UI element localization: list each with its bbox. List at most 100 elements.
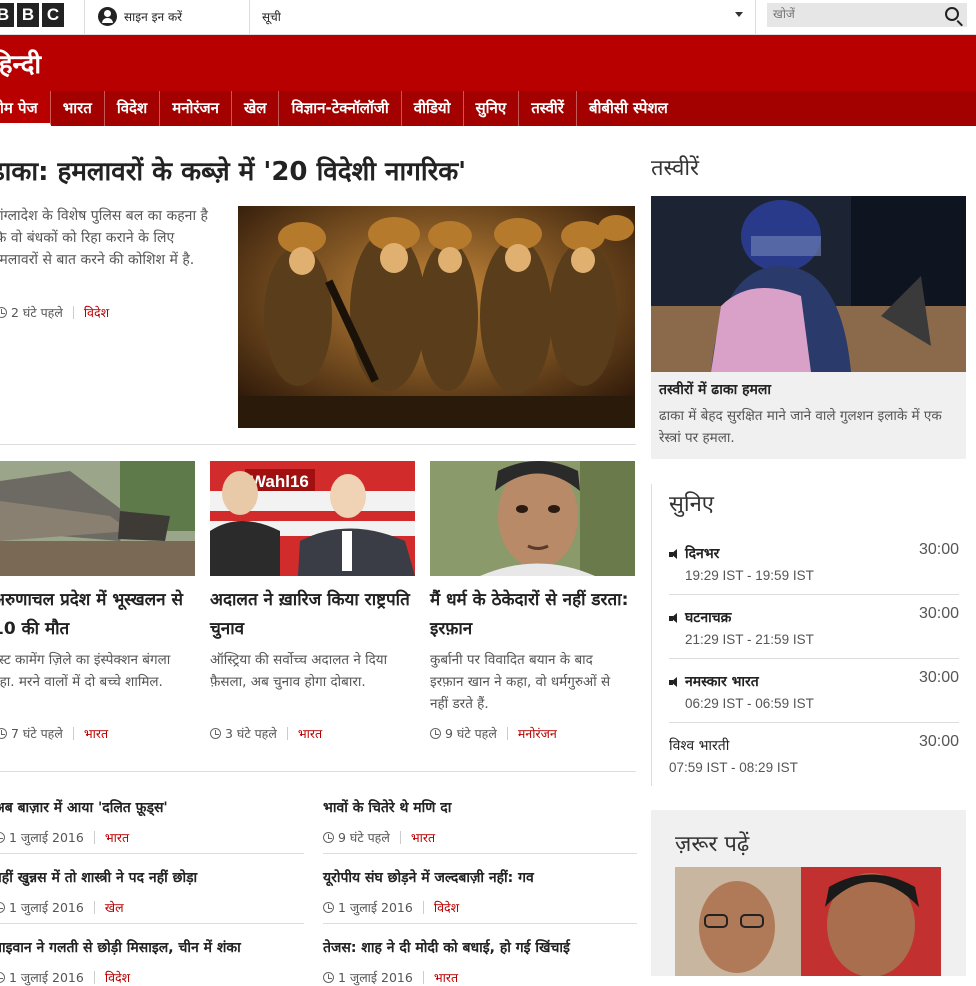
lead-meta: 2 घंटे पहले विदेश: [0, 304, 109, 321]
list-title[interactable]: तेजस: शाह ने दी मोदी को बधाई, हो गई खिंच…: [323, 938, 633, 957]
lead-image[interactable]: [238, 206, 635, 428]
clock-icon: [0, 972, 5, 983]
logo-letter: C: [42, 3, 64, 27]
clock-icon: [0, 728, 7, 739]
category-tag[interactable]: विदेश: [84, 304, 109, 321]
clock-icon: [0, 307, 7, 318]
story-image[interactable]: [0, 461, 195, 576]
timestamp: 3 घंटे पहले: [225, 726, 277, 741]
timestamp: 2 घंटे पहले: [11, 305, 63, 320]
story-summary: ईस्ट कामेंग ज़िले का इंस्पेक्शन बंगला ढह…: [0, 652, 171, 690]
signin-button[interactable]: साइन इन करें: [98, 7, 182, 26]
nav-item-world[interactable]: विदेश: [105, 91, 161, 126]
list-title[interactable]: ताइवान ने गलती से छोड़ी मिसाइल, चीन में …: [0, 938, 304, 957]
list-meta: 1 जुलाई 2016 भारत: [323, 969, 633, 986]
category-tag[interactable]: विदेश: [105, 969, 130, 986]
list-meta: 1 जुलाई 2016 खेल: [0, 899, 304, 916]
photo-image[interactable]: [651, 196, 966, 372]
listen-item[interactable]: विश्व भारती 07:59 IST - 08:29 IST 30:00: [669, 733, 959, 800]
category-tag[interactable]: भारत: [84, 725, 108, 742]
main-nav: होम पेज भारत विदेश मनोरंजन खेल विज्ञान-ट…: [0, 91, 976, 126]
list-item[interactable]: तेजस: शाह ने दी मोदी को बधाई, हो गई खिंच…: [323, 938, 633, 986]
speaker-icon: [669, 548, 679, 559]
divider: [755, 0, 756, 35]
nav-item-entertainment[interactable]: मनोरंजन: [160, 91, 232, 126]
photo-feature[interactable]: तस्वीरों में ढाका हमला ढाका में बेहद सुर…: [651, 196, 966, 459]
category-tag[interactable]: भारत: [105, 829, 129, 846]
divider: [72, 727, 74, 740]
category-tag[interactable]: खेल: [105, 899, 124, 916]
listen-heading[interactable]: सुनिए: [669, 488, 714, 518]
nav-item-science-tech[interactable]: विज्ञान-टेक्नॉलॉजी: [279, 91, 402, 126]
listen-item[interactable]: दिनभर 19:29 IST - 19:59 IST 30:00: [669, 541, 959, 608]
nav-item-india[interactable]: भारत: [51, 91, 105, 126]
lead-headline[interactable]: ढाका: हमलावरों के कब्ज़े में '20 विदेशी …: [0, 152, 466, 188]
divider: [286, 727, 288, 740]
list-item[interactable]: यूरोपीय संघ छोड़ने में जल्दबाज़ी नहीं: ग…: [323, 868, 633, 916]
list-meta: 1 जुलाई 2016 भारत: [0, 829, 304, 846]
nav-item-home[interactable]: होम पेज: [0, 91, 51, 126]
divider: [93, 831, 95, 844]
program-name: नमस्कार भारत: [685, 674, 759, 690]
timestamp: 1 जुलाई 2016: [9, 830, 84, 845]
must-read-panel: ज़रूर पढ़ें: [651, 810, 966, 976]
list-title[interactable]: यूरोपीय संघ छोड़ने में जल्दबाज़ी नहीं: ग…: [323, 868, 633, 887]
menu-dropdown[interactable]: सूची: [262, 8, 281, 25]
photos-heading[interactable]: तस्वीरें: [651, 152, 699, 182]
nav-item-photos[interactable]: तस्वीरें: [519, 91, 577, 126]
nav-item-bbc-special[interactable]: बीबीसी स्पेशल: [577, 91, 680, 126]
must-read-heading[interactable]: ज़रूर पढ़ें: [675, 828, 749, 858]
story-summary: ऑस्ट्रिया की सर्वोच्च अदालत ने दिया फ़ैस…: [210, 652, 388, 690]
divider: [323, 853, 637, 854]
clock-icon: [430, 728, 441, 739]
program-name: घटनाचक्र: [685, 610, 732, 626]
duration: 30:00: [918, 605, 959, 622]
listen-item-name[interactable]: घटनाचक्र: [669, 608, 731, 627]
timestamp: 1 जुलाई 2016: [9, 970, 84, 985]
list-title[interactable]: भावों के चितेरे थे मणि दा: [323, 798, 633, 817]
category-tag[interactable]: विदेश: [434, 899, 459, 916]
brand-title[interactable]: हिन्दी: [0, 45, 41, 81]
list-item[interactable]: भावों के चितेरे थे मणि दा 9 घंटे पहले भा…: [323, 798, 633, 846]
photo-title[interactable]: तस्वीरों में ढाका हमला: [659, 380, 771, 399]
listen-item-name[interactable]: नमस्कार भारत: [669, 672, 759, 691]
list-item[interactable]: अब बाज़ार में आया 'दलित फ़ूड्स' 1 जुलाई …: [0, 798, 304, 846]
listen-item[interactable]: घटनाचक्र 21:29 IST - 21:59 IST 30:00: [669, 605, 959, 672]
list-item[interactable]: ताइवान ने गलती से छोड़ी मिसाइल, चीन में …: [0, 938, 304, 986]
divider: [72, 306, 74, 319]
category-tag[interactable]: भारत: [434, 969, 458, 986]
image-sign-text: Wahl16: [250, 472, 309, 491]
search-input[interactable]: [767, 4, 927, 24]
program-name: दिनभर: [685, 546, 720, 562]
timestamp: 7 घंटे पहले: [11, 726, 63, 741]
nav-item-listen[interactable]: सुनिए: [464, 91, 520, 126]
list-title[interactable]: नहीं खुन्नस में तो शास्त्री ने पद नहीं छ…: [0, 868, 304, 887]
list-item[interactable]: नहीं खुन्नस में तो शास्त्री ने पद नहीं छ…: [0, 868, 304, 916]
user-icon: [98, 7, 117, 26]
story-image[interactable]: [430, 461, 635, 576]
nav-item-sports[interactable]: खेल: [232, 91, 280, 126]
chevron-down-icon[interactable]: [735, 12, 743, 17]
story-title[interactable]: अदालत ने ख़ारिज किया राष्ट्रपति चुनाव: [210, 586, 420, 644]
bbc-logo[interactable]: B B C: [0, 3, 64, 27]
category-tag[interactable]: मनोरंजन: [518, 725, 557, 742]
search-icon[interactable]: [945, 7, 959, 21]
listen-item[interactable]: नमस्कार भारत 06:29 IST - 06:59 IST 30:00: [669, 669, 959, 736]
nav-item-video[interactable]: वीडियो: [402, 91, 464, 126]
story-title[interactable]: अरुणाचल प्रदेश में भूस्खलन से 10 की मौत: [0, 586, 202, 644]
timestamp: 1 जुलाई 2016: [9, 900, 84, 915]
divider: [323, 923, 637, 924]
story-title[interactable]: मैं धर्म के ठेकेदारों से नहीं डरता: इरफ़…: [430, 586, 640, 644]
clock-icon: [0, 832, 5, 843]
category-tag[interactable]: भारत: [411, 829, 435, 846]
list-meta: 9 घंटे पहले भारत: [323, 829, 633, 846]
listen-item-name[interactable]: दिनभर: [669, 544, 719, 563]
must-read-image[interactable]: [675, 867, 941, 976]
list-title[interactable]: अब बाज़ार में आया 'दलित फ़ूड्स': [0, 798, 304, 817]
program-name[interactable]: विश्व भारती: [669, 736, 729, 755]
clock-icon: [210, 728, 221, 739]
category-tag[interactable]: भारत: [298, 725, 322, 742]
story-image[interactable]: Wahl16: [210, 461, 415, 576]
listen-panel: सुनिए दिनभर 19:29 IST - 19:59 IST 30:00 …: [651, 484, 966, 786]
story-meta: 7 घंटे पहले भारत: [0, 725, 108, 742]
